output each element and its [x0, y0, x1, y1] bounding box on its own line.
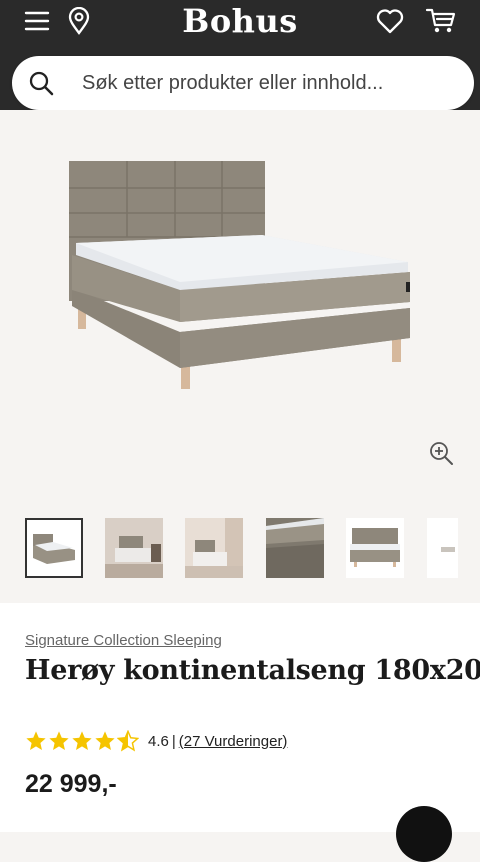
- collection-link[interactable]: Signature Collection Sleeping: [25, 632, 222, 649]
- thumbnail-2[interactable]: [105, 518, 163, 578]
- reviews-link[interactable]: (27 Vurderinger): [179, 733, 288, 750]
- rating-value: 4.6: [148, 732, 169, 750]
- search-icon[interactable]: [28, 70, 54, 96]
- zoom-in-icon[interactable]: [428, 440, 454, 466]
- star-half-icon: [117, 730, 139, 752]
- chat-button[interactable]: [396, 806, 452, 862]
- search-input[interactable]: Søk etter produkter eller innhold...: [82, 72, 383, 95]
- product-info: Signature Collection Sleeping Herøy kont…: [0, 603, 480, 832]
- product-image[interactable]: [0, 110, 480, 495]
- star-full-icon: [26, 731, 46, 750]
- star-full-icon: [49, 731, 69, 750]
- thumbnail-strip: [0, 516, 480, 580]
- thumbnail-3[interactable]: [185, 518, 243, 578]
- wishlist-heart-icon[interactable]: [375, 6, 405, 36]
- rating-separator: |: [171, 732, 176, 750]
- thumbnail-5[interactable]: [346, 518, 404, 578]
- product-title: Herøy kontinentalseng 180x200: [25, 655, 480, 686]
- shopping-cart-icon[interactable]: [424, 6, 458, 36]
- search-bar[interactable]: Søk etter produkter eller innhold...: [12, 56, 474, 110]
- thumbnail-1[interactable]: [25, 518, 83, 578]
- product-price: 22 999,-: [25, 770, 117, 798]
- star-full-icon: [72, 731, 92, 750]
- rating: 4.6 | (27 Vurderinger): [25, 729, 287, 753]
- thumbnail-4[interactable]: [266, 518, 324, 578]
- top-bar: Bohus Søk etter produkter eller innhold.…: [0, 0, 480, 110]
- star-full-icon: [95, 731, 115, 750]
- brand-logo[interactable]: Bohus: [0, 2, 480, 40]
- thumbnail-6[interactable]: [427, 518, 458, 578]
